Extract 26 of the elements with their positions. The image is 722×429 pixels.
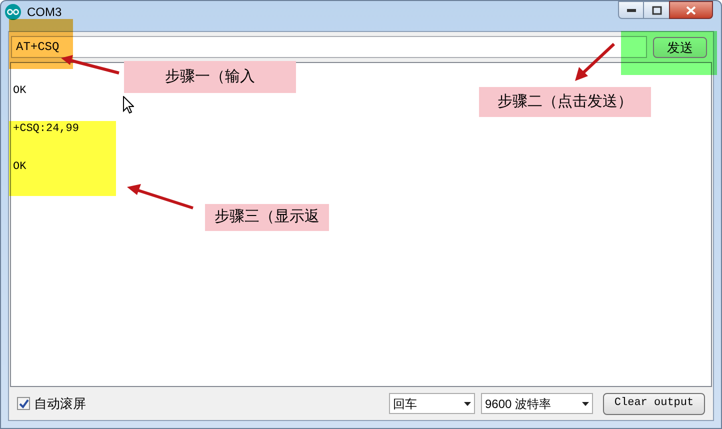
arrow [125,181,195,211]
dropdown-arrow-icon [582,402,589,406]
maximize-icon [652,6,662,14]
minimize-icon [626,8,636,12]
annotation-label: 步骤二（点击发送） [479,87,651,117]
close-button[interactable] [669,1,713,19]
annotation-label: 步骤一（输入 [124,61,296,93]
clear-output-button[interactable]: Clear output [603,392,705,414]
output-line: OK [13,161,28,174]
minimize-button[interactable] [618,1,644,19]
app-logo-icon [5,4,21,20]
dropdown-arrow-icon [464,402,471,406]
send-button[interactable]: 发送 [653,36,707,58]
window-title: COM3 [27,5,62,19]
autoscroll-checkbox[interactable] [17,397,30,410]
arrow [59,53,121,75]
close-icon [686,6,696,14]
mouse-cursor-icon [123,96,134,114]
line-ending-dropdown[interactable]: 回车 [389,393,475,414]
baud-rate-dropdown[interactable]: 9600 波特率 [481,393,593,414]
autoscroll-label: 自动滚屏 [34,394,86,413]
check-icon [18,398,28,408]
annotation-label: 步骤三（显示返 [205,204,329,231]
output-line: OK [13,85,28,98]
output-line: +CSQ:24,99 [13,123,80,136]
maximize-button[interactable] [644,1,669,19]
